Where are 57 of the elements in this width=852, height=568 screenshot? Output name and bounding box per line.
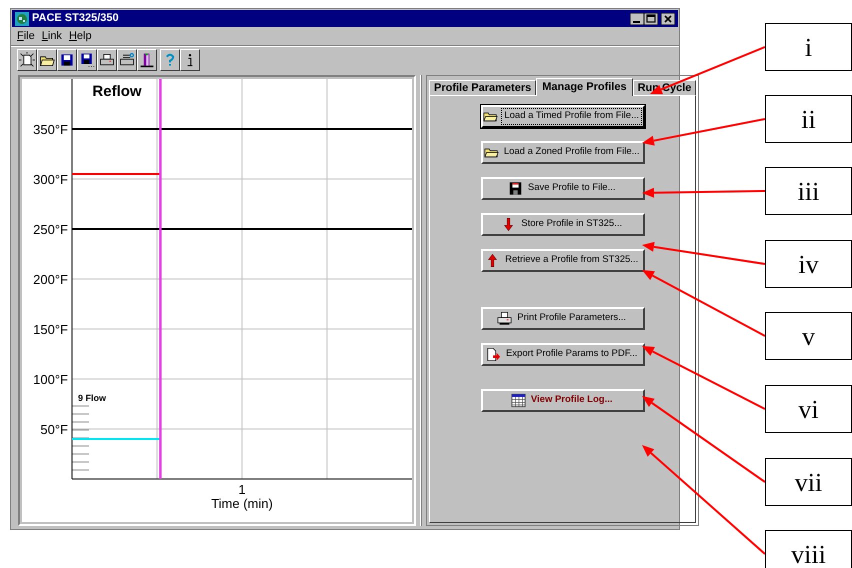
toolbar-button[interactable]	[17, 49, 37, 71]
menu-item[interactable]: Link	[42, 28, 62, 45]
axis-label: 100°F	[33, 372, 68, 387]
action-button[interactable]: Store Profile in ST325...	[480, 213, 645, 236]
axis-label: 1	[238, 482, 246, 497]
tab[interactable]: Manage Profiles	[536, 78, 633, 96]
minimize-button[interactable]	[630, 12, 644, 24]
toolbar-button[interactable]	[37, 49, 57, 71]
menu-item[interactable]: File	[17, 28, 35, 45]
axis-title: Time (min)	[211, 496, 273, 511]
toolbar-button[interactable]	[77, 49, 97, 71]
axis-label: 150°F	[33, 322, 68, 337]
callout-label: ii	[765, 95, 852, 143]
flow-scale-ticks	[72, 406, 90, 470]
door-icon	[139, 52, 155, 68]
floppy-icon	[59, 52, 75, 68]
menu-item[interactable]: Help	[68, 28, 92, 45]
floppy-icon	[508, 181, 523, 196]
action-button[interactable]: Save Profile to File...	[480, 177, 645, 200]
action-button[interactable]: View Profile Log...	[480, 389, 645, 412]
table-icon	[510, 393, 526, 408]
flow-label: 9 Flow	[78, 393, 106, 403]
toolbar-button[interactable]	[160, 49, 180, 71]
callout-label: vi	[765, 385, 852, 433]
action-button[interactable]: Load a Timed Profile from File...	[480, 105, 645, 128]
globe-icon	[15, 12, 29, 26]
action-button[interactable]: Load a Zoned Profile from File...	[480, 141, 645, 164]
callout-label: iv	[765, 240, 852, 288]
callout-label: viii	[765, 530, 852, 568]
axis-label: 300°F	[33, 172, 68, 187]
printer-setup-icon	[119, 52, 135, 68]
axis-label: 50°F	[40, 422, 68, 437]
chart-title: Reflow	[92, 83, 142, 100]
printer-icon	[99, 52, 115, 68]
toolbar-button[interactable]	[57, 49, 77, 71]
callout-label: vii	[765, 458, 852, 506]
document-arrow-icon	[486, 347, 501, 362]
action-button[interactable]: Print Profile Parameters...	[480, 307, 645, 330]
action-button[interactable]: Export Profile Params to PDF...	[480, 343, 645, 366]
axis-label: 250°F	[33, 222, 68, 237]
printer-icon	[497, 311, 512, 326]
close-button[interactable]	[661, 12, 675, 24]
floppy-icon	[79, 52, 95, 68]
maximize-button[interactable]	[644, 12, 658, 24]
tab[interactable]: Profile Parameters	[429, 80, 536, 95]
window-title: PACE ST325/350	[32, 11, 119, 26]
toolbar-button[interactable]	[137, 49, 157, 71]
toolbar-button[interactable]	[97, 49, 117, 71]
callout-label: iii	[765, 167, 852, 215]
axis-label: 200°F	[33, 272, 68, 287]
toolbar-button[interactable]	[117, 49, 137, 71]
callout-label: i	[765, 23, 852, 71]
new-document-icon	[19, 52, 35, 68]
axis-label: 350°F	[33, 122, 68, 137]
action-button[interactable]: Retrieve a Profile from ST325...	[480, 249, 645, 272]
toolbar-button[interactable]	[180, 49, 200, 71]
callout-label: v	[765, 312, 852, 360]
